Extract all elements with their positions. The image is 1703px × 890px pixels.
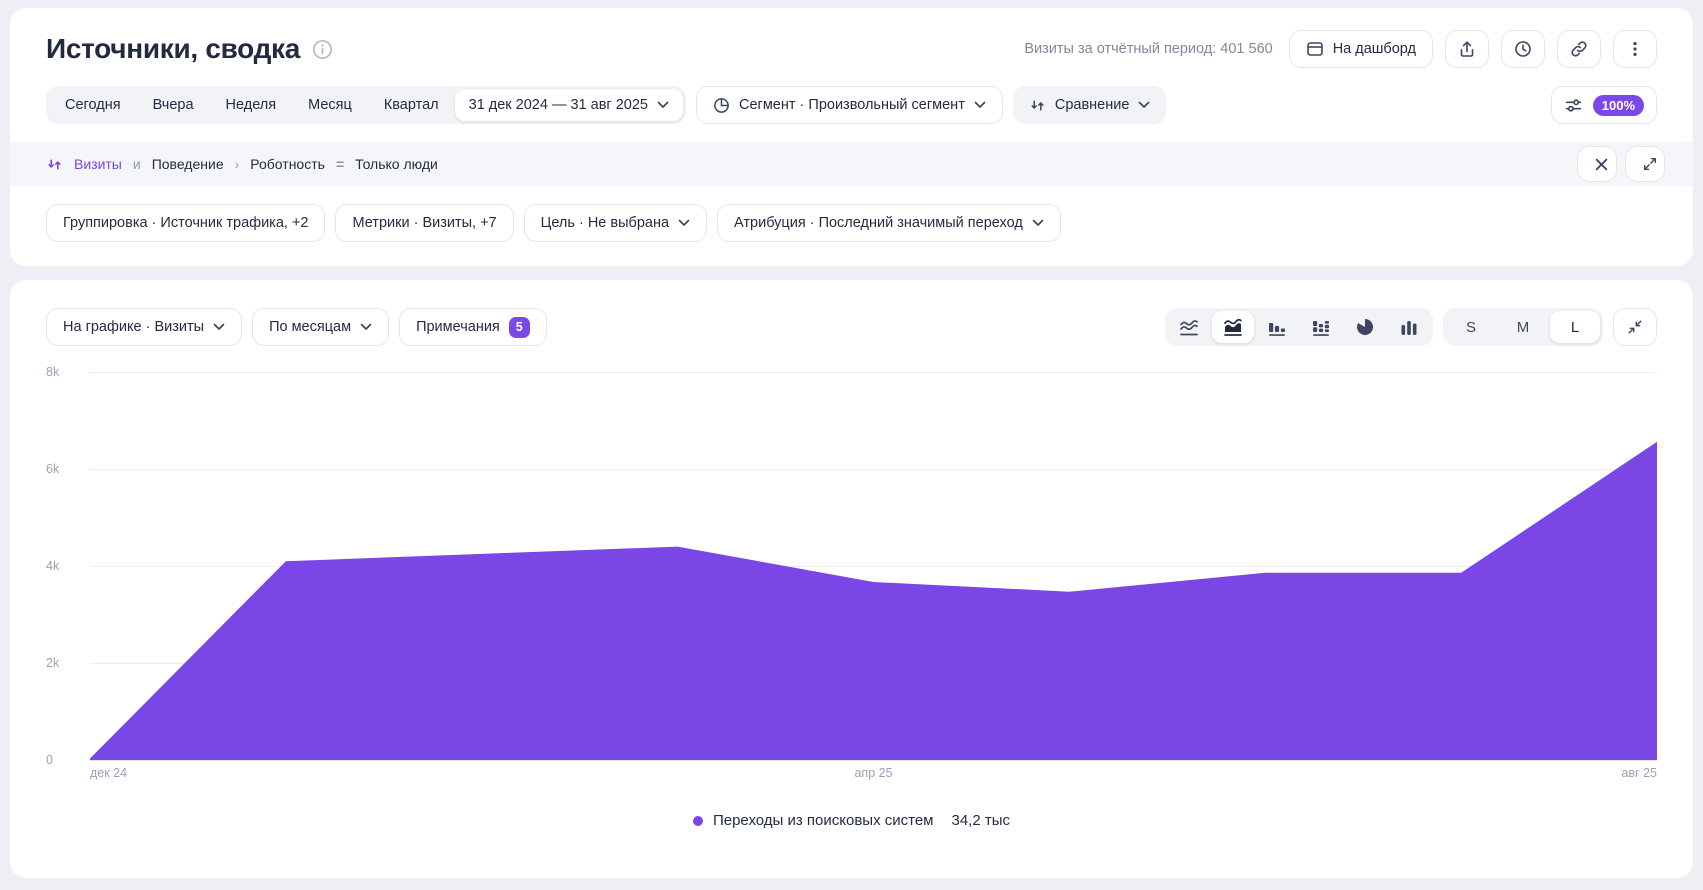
area-chart: 8k 6k 4k 2k 0 дек 24 апр 25 авг 25 xyxy=(10,372,1693,786)
info-icon[interactable] xyxy=(312,39,333,60)
visits-summary: Визиты за отчётный период: 401 560 xyxy=(1024,41,1272,57)
y-axis-tick: 2k xyxy=(46,656,82,670)
tab-week[interactable]: Неделя xyxy=(210,89,293,121)
share-button[interactable] xyxy=(1445,30,1489,68)
metrics-selector[interactable]: Метрики · Визиты, +7 xyxy=(335,204,513,242)
filter-attribute[interactable]: Роботность xyxy=(250,156,325,172)
column-chart-icon[interactable] xyxy=(1388,311,1430,343)
granularity-selector[interactable]: По месяцам xyxy=(252,308,389,346)
kebab-menu-icon xyxy=(1626,40,1644,58)
segment-filter-band: Визиты и Поведение › Роботность = Только… xyxy=(10,142,1693,186)
period-toolbar: Сегодня Вчера Неделя Месяц Квартал 31 де… xyxy=(10,86,1693,142)
gridline-zero: 0 xyxy=(90,760,1657,761)
on-chart-selector[interactable]: На графике · Визиты xyxy=(46,308,242,346)
date-range-selector[interactable]: 31 дек 2024 — 31 авг 2025 xyxy=(455,89,683,121)
y-axis-tick: 0 xyxy=(46,753,82,767)
line-chart-icon[interactable] xyxy=(1168,311,1210,343)
history-button[interactable] xyxy=(1501,30,1545,68)
header-row: Источники, сводка Визиты за отчётный пер… xyxy=(10,8,1693,86)
attribution-selector[interactable]: Атрибуция · Последний значимый переход xyxy=(717,204,1061,242)
expand-icon xyxy=(1642,156,1658,172)
x-axis-tick: авг 25 xyxy=(1621,766,1657,780)
y-axis-tick: 4k xyxy=(46,559,82,573)
close-icon xyxy=(1594,157,1609,172)
link-icon xyxy=(1570,40,1588,58)
chevron-down-icon xyxy=(360,323,372,331)
filter-chevron: › xyxy=(235,156,240,172)
tab-month[interactable]: Месяц xyxy=(292,89,368,121)
size-l-button[interactable]: L xyxy=(1550,311,1600,343)
collapse-icon xyxy=(1627,319,1643,335)
bar-chart-icon[interactable] xyxy=(1256,311,1298,343)
area-chart-icon[interactable] xyxy=(1212,311,1254,343)
chart-legend[interactable]: Переходы из поисковых систем 34,2 тыс xyxy=(10,812,1693,829)
tab-yesterday[interactable]: Вчера xyxy=(137,89,210,121)
notes-button[interactable]: Примечания 5 xyxy=(399,308,547,346)
segment-selector[interactable]: Сегмент · Произвольный сегмент xyxy=(696,86,1003,124)
stacked-bar-chart-icon[interactable] xyxy=(1300,311,1342,343)
legend-series-total: 34,2 тыс xyxy=(952,812,1011,829)
grouping-selector[interactable]: Группировка · Источник трафика, +2 xyxy=(46,204,325,242)
sampling-badge: 100% xyxy=(1593,95,1644,116)
report-header-card: Источники, сводка Визиты за отчётный пер… xyxy=(10,8,1693,266)
period-tab-group: Сегодня Вчера Неделя Месяц Квартал 31 де… xyxy=(46,86,686,124)
chevron-down-icon xyxy=(657,101,669,109)
tab-quarter[interactable]: Квартал xyxy=(368,89,455,121)
chart-plot-area[interactable]: 8k 6k 4k 2k 0 xyxy=(90,372,1657,760)
x-axis: дек 24 апр 25 авг 25 xyxy=(90,766,1657,786)
legend-dot xyxy=(693,816,703,826)
legend-series-name: Переходы из поисковых систем xyxy=(713,812,934,829)
chevron-down-icon xyxy=(1138,101,1150,109)
filter-value[interactable]: Только люди xyxy=(355,156,438,172)
page-title: Источники, сводка xyxy=(46,33,300,65)
tab-today[interactable]: Сегодня xyxy=(49,89,137,121)
size-s-button[interactable]: S xyxy=(1446,311,1496,343)
filter-conjunction: и xyxy=(133,156,141,172)
goal-selector[interactable]: Цель · Не выбрана xyxy=(524,204,707,242)
chevron-down-icon xyxy=(974,101,986,109)
y-axis-tick: 8k xyxy=(46,365,82,379)
chevron-down-icon xyxy=(678,219,690,227)
chart-card: На графике · Визиты По месяцам Примечани… xyxy=(10,280,1693,878)
dashboard-button[interactable]: На дашборд xyxy=(1289,30,1433,68)
chart-controls-row: На графике · Визиты По месяцам Примечани… xyxy=(10,308,1693,346)
compare-icon xyxy=(1029,97,1046,114)
chart-type-switcher xyxy=(1165,308,1433,346)
remove-filter-button[interactable] xyxy=(1577,146,1617,182)
chevron-down-icon xyxy=(213,323,225,331)
copy-link-button[interactable] xyxy=(1557,30,1601,68)
more-menu-button[interactable] xyxy=(1613,30,1657,68)
dashboard-icon xyxy=(1306,40,1324,58)
share-icon xyxy=(1458,40,1476,58)
y-axis-tick: 6k xyxy=(46,462,82,476)
chevron-down-icon xyxy=(1032,219,1044,227)
filter-group[interactable]: Поведение xyxy=(152,156,224,172)
sliders-icon xyxy=(1564,96,1583,115)
compare-selector[interactable]: Сравнение xyxy=(1013,86,1167,124)
pie-chart-icon[interactable] xyxy=(1344,311,1386,343)
compare-icon xyxy=(46,156,63,173)
filter-operator: = xyxy=(336,156,344,172)
area-series xyxy=(90,372,1657,760)
expand-filter-button[interactable] xyxy=(1625,146,1665,182)
x-axis-tick: апр 25 xyxy=(854,766,892,780)
size-m-button[interactable]: M xyxy=(1498,311,1548,343)
filter-metric[interactable]: Визиты xyxy=(74,156,122,172)
sampling-control[interactable]: 100% xyxy=(1551,86,1657,124)
segment-pie-icon xyxy=(713,97,730,114)
collapse-chart-button[interactable] xyxy=(1613,308,1657,346)
query-settings-row: Группировка · Источник трафика, +2 Метри… xyxy=(10,186,1693,266)
clock-icon xyxy=(1514,40,1532,58)
notes-count-badge: 5 xyxy=(509,317,530,338)
x-axis-tick: дек 24 xyxy=(90,766,127,780)
chart-size-switcher: S M L xyxy=(1443,308,1603,346)
